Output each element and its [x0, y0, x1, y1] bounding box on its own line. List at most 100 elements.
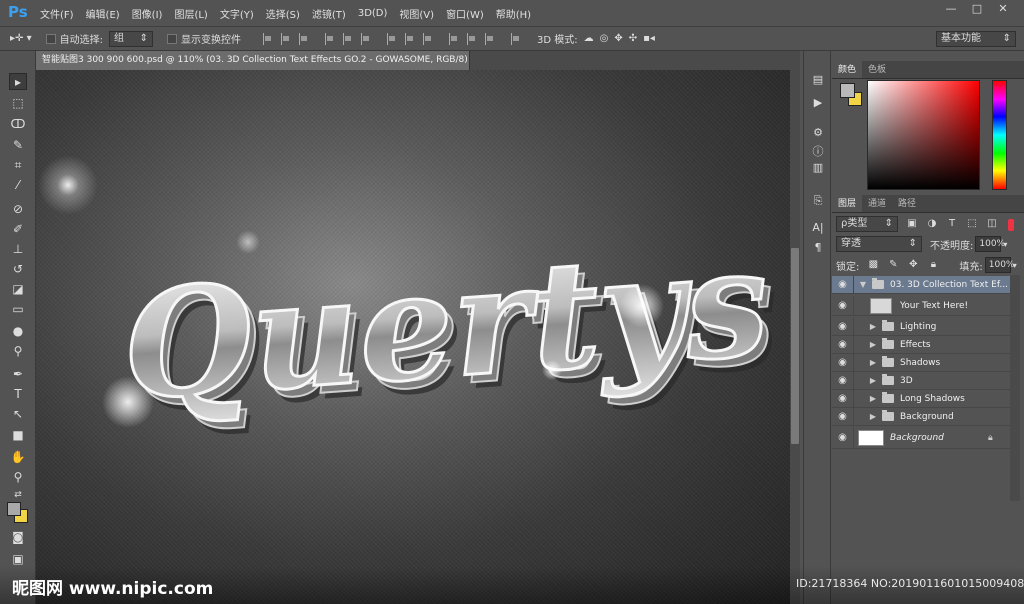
3d-roll-icon[interactable]: ◎ [600, 33, 609, 44]
distribute-right-icon[interactable] [484, 32, 495, 45]
history-panel-icon[interactable]: ▤ [810, 73, 826, 87]
character-panel-icon[interactable]: A| [810, 221, 826, 235]
maximize-button[interactable]: □ [964, 2, 990, 16]
expand-arrow-icon[interactable]: ▼ [858, 280, 868, 289]
tab-paths[interactable]: 路径 [892, 195, 922, 212]
align-vcenter-icon[interactable] [280, 32, 291, 45]
document-tab[interactable]: 智能贴图3 300 900 600.psd @ 110% (03. 3D Col… [36, 51, 470, 70]
menu-window[interactable]: 窗口(W) [442, 6, 488, 21]
collapse-arrow-icon[interactable]: ▶ [868, 358, 878, 367]
visibility-eye-icon[interactable]: ◉ [832, 371, 854, 390]
menu-layer[interactable]: 图层(L) [170, 6, 211, 21]
3d-pan-icon[interactable]: ✥ [614, 33, 622, 44]
pen-tool-icon[interactable]: ✒ [9, 366, 27, 383]
lock-position-icon[interactable]: ✥ [907, 259, 919, 271]
distribute-bottom-icon[interactable] [422, 32, 433, 45]
align-right-icon[interactable] [360, 32, 371, 45]
collapse-arrow-icon[interactable]: ▶ [868, 412, 878, 421]
actions-panel-icon[interactable]: ▶ [810, 96, 826, 110]
menu-3d[interactable]: 3D(D) [354, 8, 392, 19]
hand-tool-icon[interactable]: ✋ [9, 449, 27, 466]
quick-select-tool-icon[interactable]: ✎ [9, 137, 27, 154]
move-tool-preset[interactable]: ▸✛ ▾ [10, 33, 32, 44]
filter-toggle[interactable] [1008, 219, 1014, 231]
visibility-eye-icon[interactable]: ◉ [832, 335, 854, 354]
filter-shape-icon[interactable]: ⬚ [966, 218, 978, 230]
collapse-arrow-icon[interactable]: ▶ [868, 376, 878, 385]
blur-tool-icon[interactable]: ● [9, 323, 27, 340]
show-transform-box[interactable] [166, 33, 177, 44]
layer-row[interactable]: ◉ ▶ Background [832, 407, 1010, 426]
color-picker-field[interactable] [867, 80, 980, 190]
brush-tool-icon[interactable]: ✐ [9, 221, 27, 238]
quick-mask-icon[interactable]: ◙ [9, 529, 27, 546]
tab-color[interactable]: 颜色 [832, 61, 863, 78]
workspace-dropdown[interactable]: 基本功能 ⇕ [936, 31, 1016, 47]
info-panel-icon[interactable]: ⓘ [810, 145, 826, 159]
filter-smart-icon[interactable]: ◫ [986, 218, 998, 230]
document-canvas[interactable]: Quertys Quertys Quertys [36, 70, 790, 604]
zoom-tool-icon[interactable]: ⚲ [9, 469, 27, 486]
scrollbar-thumb[interactable] [791, 248, 799, 444]
layer-filter-dropdown[interactable]: ρ类型 ⇕ [836, 216, 898, 232]
fill-dropdown-icon[interactable]: ▾ [1013, 261, 1017, 270]
history-brush-tool-icon[interactable]: ↺ [9, 261, 27, 278]
hue-slider[interactable] [992, 80, 1007, 190]
layer-row[interactable]: ◉ ▶ 3D [832, 371, 1010, 390]
auto-select-box[interactable] [45, 33, 56, 44]
align-bottom-icon[interactable] [298, 32, 309, 45]
menu-view[interactable]: 视图(V) [395, 6, 438, 21]
healing-brush-tool-icon[interactable]: ⊘ [9, 201, 27, 218]
filter-pixel-icon[interactable]: ▣ [906, 218, 918, 230]
brush-panel-icon[interactable]: ⎘ [810, 194, 826, 208]
foreground-color-swatch[interactable] [7, 502, 21, 516]
menu-image[interactable]: 图像(I) [128, 6, 167, 21]
dodge-tool-icon[interactable]: ⚲ [9, 343, 27, 360]
tab-layers[interactable]: 图层 [832, 195, 863, 212]
crop-tool-icon[interactable]: ⌗ [9, 157, 27, 174]
color-panel-foreground[interactable] [840, 83, 855, 98]
visibility-eye-icon[interactable]: ◉ [832, 275, 854, 294]
type-tool-icon[interactable]: T [9, 386, 27, 403]
lasso-tool-icon[interactable]: ↀ [9, 116, 27, 133]
menu-file[interactable]: 文件(F) [36, 6, 78, 21]
eraser-tool-icon[interactable]: ◪ [9, 281, 27, 298]
gradient-tool-icon[interactable]: ▭ [9, 301, 27, 318]
distribute-top-icon[interactable] [386, 32, 397, 45]
opacity-dropdown-icon[interactable]: ▾ [1003, 240, 1007, 249]
menu-edit[interactable]: 编辑(E) [82, 6, 124, 21]
auto-select-checkbox[interactable]: 自动选择: [45, 31, 103, 46]
layer-row[interactable]: ◉ ▶ Shadows [832, 353, 1010, 372]
lock-transparent-icon[interactable]: ▩ [867, 259, 879, 271]
align-left-icon[interactable] [324, 32, 335, 45]
filter-type-icon[interactable]: T [946, 218, 958, 230]
layers-scrollbar[interactable] [1010, 275, 1020, 501]
menu-help[interactable]: 帮助(H) [492, 6, 535, 21]
layer-row[interactable]: ◉ ▶ Long Shadows [832, 389, 1010, 408]
collapse-arrow-icon[interactable]: ▶ [868, 394, 878, 403]
distribute-hcenter-icon[interactable] [466, 32, 477, 45]
3d-scale-icon[interactable]: ▪◂ [643, 33, 655, 44]
adjustments-panel-icon[interactable]: ⚙ [810, 126, 826, 140]
marquee-tool-icon[interactable]: ⬚ [9, 95, 27, 112]
close-button[interactable]: ✕ [990, 2, 1016, 16]
fill-input[interactable]: 100% [984, 257, 1014, 273]
tab-swatches[interactable]: 色板 [862, 61, 892, 78]
paragraph-panel-icon[interactable]: ¶ [810, 241, 826, 255]
lock-pixels-icon[interactable]: ✎ [887, 259, 899, 271]
visibility-eye-icon[interactable]: ◉ [832, 389, 854, 408]
auto-select-dropdown[interactable]: 组 ⇕ [108, 30, 153, 47]
layer-row[interactable]: ◉ ▼ 03. 3D Collection Text Ef... [832, 275, 1010, 294]
blend-mode-dropdown[interactable]: 穿透 ⇕ [836, 236, 922, 252]
move-tool-icon[interactable]: ▸ [9, 73, 27, 90]
visibility-eye-icon[interactable]: ◉ [832, 407, 854, 426]
eyedropper-tool-icon[interactable]: ⁄ [9, 177, 27, 194]
distribute-left-icon[interactable] [448, 32, 459, 45]
collapse-arrow-icon[interactable]: ▶ [868, 340, 878, 349]
layer-row[interactable]: ◉ Your Text Here! [832, 295, 1010, 316]
collapse-arrow-icon[interactable]: ▶ [868, 322, 878, 331]
lock-all-icon[interactable]: 🔒︎ [927, 259, 939, 271]
layer-row[interactable]: ◉ ▶ Effects [832, 335, 1010, 354]
visibility-eye-icon[interactable]: ◉ [832, 317, 854, 336]
menu-filter[interactable]: 滤镜(T) [308, 6, 350, 21]
